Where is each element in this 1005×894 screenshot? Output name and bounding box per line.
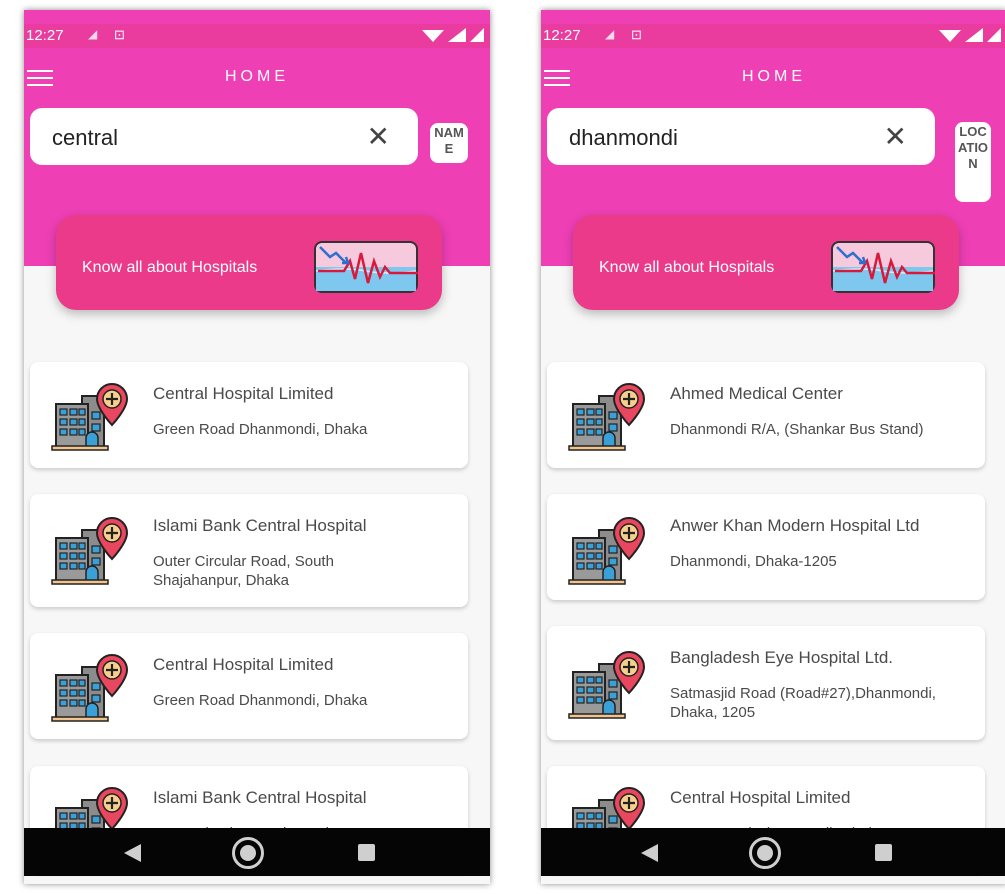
hospital-name: Central Hospital Limited: [670, 788, 851, 807]
lock-icon: ⊡: [114, 27, 125, 42]
hospital-card[interactable]: Bangladesh Eye Hospital Ltd. Satmasjid R…: [547, 626, 985, 740]
hospital-location-icon: [50, 382, 130, 452]
status-time: 12:27: [543, 27, 581, 44]
hospital-name: Islami Bank Central Hospital: [153, 788, 367, 807]
android-nav-bar: [24, 828, 490, 876]
hospital-name: Anwer Khan Modern Hospital Ltd: [670, 516, 920, 535]
recents-icon[interactable]: [358, 844, 375, 861]
close-icon[interactable]: ✕: [884, 120, 907, 153]
hospital-name: Central Hospital Limited: [153, 655, 334, 674]
hospital-address: Satmasjid Road (Road#27),Dhanmondi, Dhak…: [670, 685, 936, 721]
hospital-name: Bangladesh Eye Hospital Ltd.: [670, 648, 894, 667]
hospital-card[interactable]: Central Hospital Limited Green Road Dhan…: [30, 362, 468, 468]
search-input[interactable]: dhanmondi ✕: [547, 108, 935, 165]
hospital-address: Dhanmondi, Dhaka-1205: [670, 553, 837, 570]
signal-icon: ◢: [88, 27, 98, 41]
hospital-name: Central Hospital Limited: [153, 384, 334, 403]
hospital-location-icon: [50, 516, 130, 586]
back-icon[interactable]: [124, 844, 141, 862]
status-bar: 12:27 ◢ ⊡: [24, 24, 490, 48]
back-icon[interactable]: [641, 844, 658, 862]
hospital-card[interactable]: Central Hospital Limited Green Road Dhan…: [30, 633, 468, 739]
status-time: 12:27: [26, 27, 64, 44]
home-icon[interactable]: [232, 837, 264, 869]
hospital-location-icon: [567, 382, 647, 452]
hospital-card[interactable]: Ahmed Medical Center Dhanmondi R/A, (Sha…: [547, 362, 985, 468]
banner-text: Know all about Hospitals: [82, 259, 258, 276]
hospital-name: Islami Bank Central Hospital: [153, 516, 367, 535]
hospital-address: Green Road Dhanmondi, Dhaka: [153, 692, 368, 709]
page-title: HOME: [225, 68, 289, 85]
hospital-name: Ahmed Medical Center: [670, 384, 843, 403]
phone-screen-right: 12:27 ◢ ⊡ HOME dhanmondi ✕ LOCATION Know…: [541, 10, 1005, 884]
hospital-address: Outer Circular Road, South Shajahanpur, …: [153, 553, 334, 589]
signal-icon: ◢: [605, 27, 615, 41]
page-title: HOME: [742, 68, 806, 85]
heartbeat-chart-icon: [314, 241, 418, 293]
search-filter-toggle[interactable]: LOCATION: [955, 122, 991, 202]
heartbeat-chart-icon: [831, 241, 935, 293]
hospital-address: Green Road Dhanmondi, Dhaka: [153, 421, 368, 438]
android-nav-bar: [541, 828, 1005, 876]
info-banner[interactable]: Know all about Hospitals: [573, 215, 959, 310]
status-bar: 12:27 ◢ ⊡: [541, 24, 1005, 48]
hospital-location-icon: [50, 653, 130, 723]
hospital-card[interactable]: Islami Bank Central Hospital Outer Circu…: [30, 494, 468, 607]
hospital-card[interactable]: Anwer Khan Modern Hospital Ltd Dhanmondi…: [547, 494, 985, 600]
hospital-location-icon: [567, 650, 647, 720]
network-icon: [939, 28, 1001, 42]
home-icon[interactable]: [749, 837, 781, 869]
banner-text: Know all about Hospitals: [599, 259, 775, 276]
lock-icon: ⊡: [631, 27, 642, 42]
search-value[interactable]: central: [52, 125, 118, 151]
search-filter-toggle[interactable]: NAME: [430, 123, 468, 163]
info-banner[interactable]: Know all about Hospitals: [56, 215, 442, 310]
search-value[interactable]: dhanmondi: [569, 125, 678, 151]
search-input[interactable]: central ✕: [30, 108, 418, 165]
recents-icon[interactable]: [875, 844, 892, 861]
phone-screen-left: 12:27 ◢ ⊡ HOME central ✕ NAME Know all a…: [24, 10, 490, 884]
close-icon[interactable]: ✕: [367, 120, 390, 153]
network-icon: [422, 28, 484, 42]
hospital-address: Dhanmondi R/A, (Shankar Bus Stand): [670, 421, 924, 438]
hospital-location-icon: [567, 516, 647, 586]
